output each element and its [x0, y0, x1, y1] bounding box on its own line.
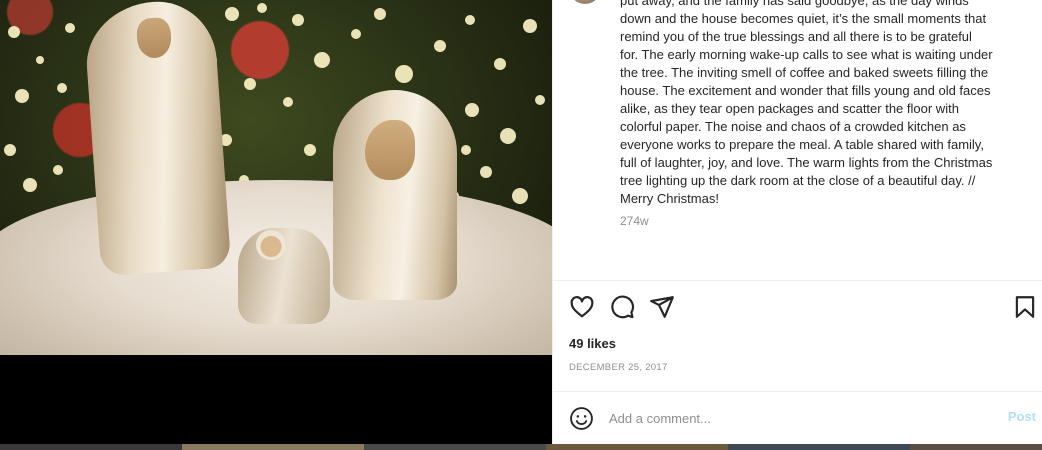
- bookmark-icon[interactable]: [1012, 294, 1038, 320]
- comment-icon[interactable]: [609, 294, 635, 320]
- heart-icon[interactable]: [569, 294, 595, 320]
- photo-letterbox: [0, 355, 552, 444]
- related-post-thumbnail[interactable]: [364, 444, 546, 450]
- likes-count[interactable]: 49 likes: [569, 336, 616, 351]
- emoji-icon[interactable]: [569, 406, 594, 431]
- share-icon[interactable]: [649, 294, 675, 320]
- comment-form: Post: [553, 393, 1042, 444]
- action-bar: [553, 292, 1042, 324]
- figurine-face: [135, 16, 173, 60]
- related-post-thumbnail[interactable]: [546, 444, 728, 450]
- post-caption: put away, and the family has said goodby…: [620, 0, 993, 206]
- related-post-thumbnail[interactable]: [0, 444, 182, 450]
- avatar[interactable]: [569, 0, 601, 4]
- figurine-face: [365, 120, 415, 180]
- comment-input[interactable]: [609, 408, 969, 428]
- caption-timestamp[interactable]: 274w: [620, 214, 649, 228]
- related-post-thumbnail[interactable]: [728, 444, 910, 450]
- mary-figurine: [333, 90, 457, 300]
- related-posts-strip[interactable]: [0, 444, 1042, 450]
- related-post-thumbnail[interactable]: [182, 444, 364, 450]
- baby-jesus-figurine: [238, 228, 330, 324]
- post-comment-button[interactable]: Post: [1008, 409, 1036, 424]
- divider: [553, 280, 1042, 281]
- joseph-figurine: [82, 0, 232, 277]
- post-details-panel: put away, and the family has said goodby…: [552, 0, 1042, 444]
- post-photo[interactable]: [0, 0, 552, 355]
- figurine-face: [256, 230, 286, 260]
- divider: [553, 391, 1042, 392]
- related-post-thumbnail[interactable]: [910, 444, 1042, 450]
- post-date[interactable]: DECEMBER 25, 2017: [569, 362, 668, 373]
